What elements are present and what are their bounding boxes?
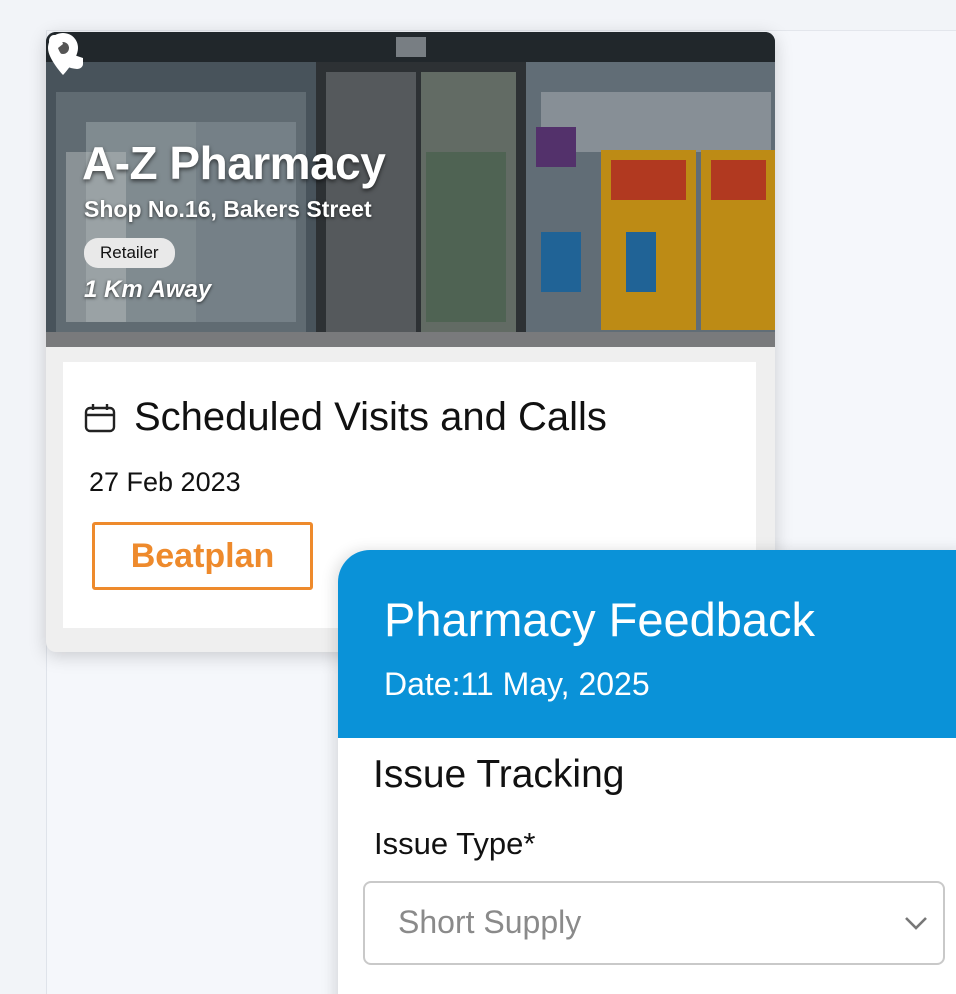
issue-type-label: Issue Type* — [374, 826, 536, 861]
section-title: Issue Tracking — [373, 753, 625, 796]
store-address: Shop No.16, Bakers Street — [84, 196, 372, 222]
store-name: A-Z Pharmacy — [82, 137, 386, 189]
store-type-badge: Retailer — [84, 238, 175, 268]
store-distance: 1 Km Away — [84, 276, 212, 303]
calendar-icon — [84, 404, 116, 433]
visits-date: 27 Feb 2023 — [89, 467, 241, 497]
visits-title: Scheduled Visits and Calls — [134, 395, 607, 439]
beatplan-button[interactable]: Beatplan — [92, 522, 313, 590]
phone-icon[interactable] — [46, 32, 86, 72]
feedback-header: Pharmacy Feedback Date:11 May, 2025 — [338, 550, 956, 738]
store-photo: A-Z Pharmacy Shop No.16, Bakers Street R… — [46, 32, 775, 347]
issue-type-select[interactable]: Short Supply — [363, 881, 945, 965]
chevron-down-icon — [905, 917, 927, 930]
feedback-title: Pharmacy Feedback — [384, 593, 816, 646]
feedback-form: Pharmacy Feedback Date:11 May, 2025 Issu… — [338, 550, 956, 994]
feedback-date: Date:11 May, 2025 — [384, 666, 650, 702]
issue-type-value: Short Supply — [398, 904, 582, 940]
